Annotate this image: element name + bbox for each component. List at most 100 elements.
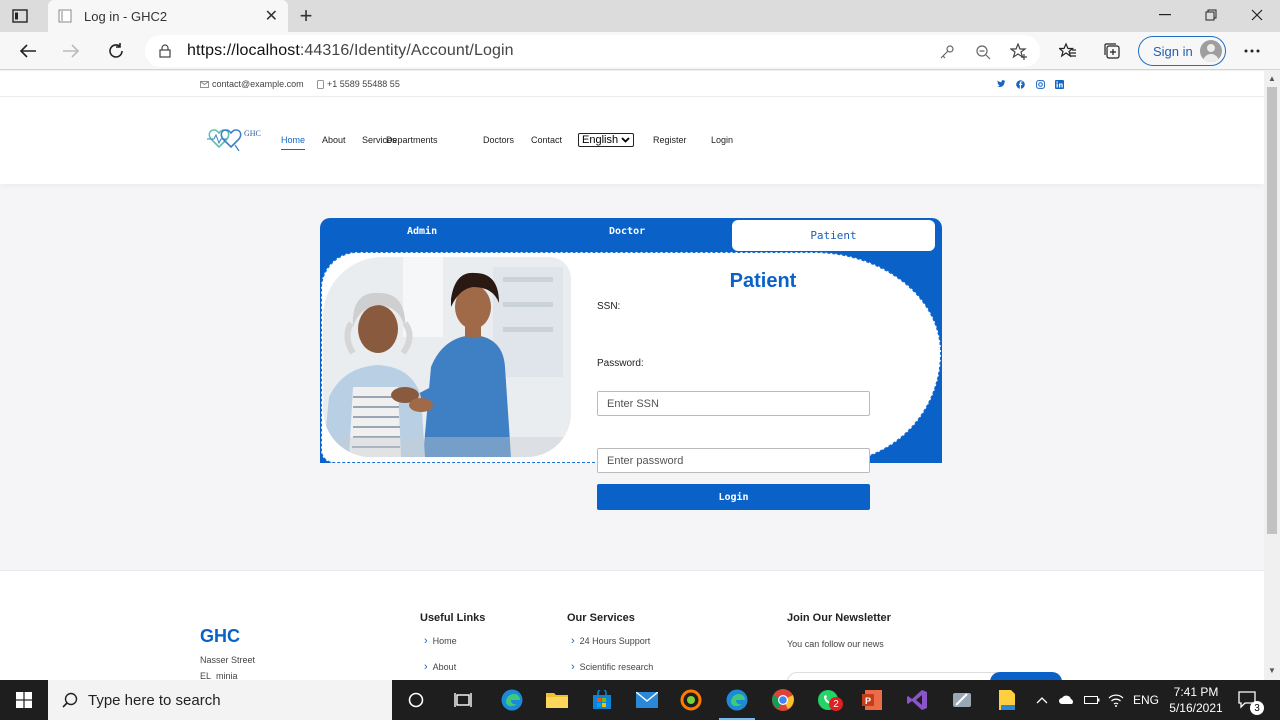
windows-start-icon[interactable] bbox=[0, 680, 48, 720]
password-input[interactable] bbox=[597, 448, 870, 473]
scrollbar-thumb[interactable] bbox=[1267, 87, 1277, 534]
taskbar-search-box[interactable]: Type here to search bbox=[48, 680, 392, 720]
windows-taskbar: Type here to search 2 P ENG 7:41 PM 5/16… bbox=[0, 680, 1280, 720]
new-tab-icon[interactable]: + bbox=[294, 4, 318, 28]
footer-link-about[interactable]: About bbox=[424, 661, 457, 673]
onedrive-icon[interactable] bbox=[1058, 680, 1076, 720]
tab-title: Log in - GHC2 bbox=[84, 8, 168, 24]
newsletter-title: Join Our Newsletter bbox=[787, 612, 891, 624]
page-favicon-icon bbox=[58, 9, 72, 23]
nav-home[interactable]: Home bbox=[281, 135, 306, 150]
system-clock[interactable]: 7:41 PM 5/16/2021 bbox=[1160, 684, 1232, 716]
nav-doctors[interactable]: Doctors bbox=[483, 135, 514, 145]
edge-icon[interactable] bbox=[490, 680, 534, 720]
visual-studio-icon[interactable] bbox=[895, 680, 939, 720]
sign-in-label: Sign in bbox=[1153, 43, 1193, 59]
favorites-icon[interactable] bbox=[1053, 36, 1083, 66]
language-select[interactable]: English bbox=[578, 133, 634, 147]
svg-text:P: P bbox=[865, 696, 871, 706]
page-scrollbar[interactable]: ▲ ▼ bbox=[1264, 71, 1280, 680]
notifications-icon[interactable]: 3 bbox=[1238, 680, 1264, 720]
minimize-icon[interactable] bbox=[1142, 0, 1188, 30]
mail-icon[interactable] bbox=[625, 680, 669, 720]
facebook-icon[interactable] bbox=[1015, 79, 1025, 89]
email-text: contact@example.com bbox=[212, 79, 304, 89]
key-icon[interactable] bbox=[938, 43, 956, 61]
nav-about[interactable]: About bbox=[322, 135, 346, 145]
refresh-icon[interactable] bbox=[101, 36, 131, 66]
tools-icon[interactable] bbox=[940, 680, 984, 720]
collections-icon[interactable] bbox=[1097, 36, 1127, 66]
ghc-logo-icon[interactable]: GHC bbox=[205, 127, 263, 153]
task-view-icon[interactable] bbox=[441, 680, 485, 720]
url-text[interactable]: https://localhost:44316/Identity/Account… bbox=[187, 42, 514, 60]
sign-in-button[interactable]: Sign in bbox=[1138, 36, 1226, 66]
phone-contact[interactable]: +1 5589 55488 55 bbox=[317, 79, 400, 89]
chrome-icon[interactable] bbox=[761, 680, 805, 720]
browser-tab[interactable]: Log in - GHC2 ✕ bbox=[48, 0, 288, 32]
footer-link-home[interactable]: Home bbox=[424, 635, 457, 647]
whatsapp-icon[interactable]: 2 bbox=[806, 680, 850, 720]
login-card: Admin Doctor Patient Patient SSN: Enter … bbox=[320, 218, 942, 510]
site-footer: GHC Nasser Street EL_minia Useful Links … bbox=[0, 570, 1264, 680]
login-submit-button[interactable]: Login bbox=[597, 484, 870, 510]
file-explorer-icon[interactable] bbox=[535, 680, 579, 720]
footer-address-line1: Nasser Street bbox=[200, 655, 256, 665]
language-value: English bbox=[582, 134, 619, 146]
lock-icon[interactable] bbox=[159, 44, 171, 58]
svg-text:GHC: GHC bbox=[244, 129, 261, 138]
close-window-icon[interactable] bbox=[1234, 0, 1280, 30]
more-options-icon[interactable] bbox=[1237, 36, 1267, 66]
our-services-title: Our Services bbox=[567, 612, 635, 624]
chevron-down-icon bbox=[621, 134, 630, 148]
store-icon[interactable] bbox=[580, 680, 624, 720]
forward-arrow-icon[interactable] bbox=[56, 36, 86, 66]
search-placeholder: Type here to search bbox=[88, 691, 221, 709]
footer-address-line2: EL_minia bbox=[200, 671, 238, 680]
footer-service-research[interactable]: Scientific research bbox=[571, 661, 654, 673]
zoom-icon[interactable] bbox=[974, 43, 992, 61]
colorful-app-icon[interactable] bbox=[669, 680, 713, 720]
phone-icon bbox=[317, 79, 324, 89]
input-language[interactable]: ENG bbox=[1133, 680, 1159, 720]
address-bar[interactable]: https://localhost:44316/Identity/Account… bbox=[145, 35, 1040, 67]
ssn-input[interactable] bbox=[597, 391, 870, 416]
tab-actions-icon[interactable] bbox=[10, 7, 30, 25]
login-form-title: Patient bbox=[729, 270, 797, 292]
email-contact[interactable]: contact@example.com bbox=[200, 79, 304, 89]
cortana-icon[interactable] bbox=[394, 680, 438, 720]
nav-departments[interactable]: Departments bbox=[386, 135, 438, 145]
login-link[interactable]: Login bbox=[711, 135, 733, 145]
edge-active-icon[interactable] bbox=[715, 680, 759, 720]
tab-doctor[interactable]: Doctor bbox=[609, 226, 645, 237]
add-favorite-icon[interactable] bbox=[1010, 43, 1028, 61]
close-tab-icon[interactable]: ✕ bbox=[265, 6, 278, 26]
wifi-icon[interactable] bbox=[1108, 680, 1124, 720]
password-label: Password: bbox=[597, 358, 644, 369]
notes-icon[interactable] bbox=[985, 680, 1029, 720]
clock-time: 7:41 PM bbox=[1173, 685, 1219, 699]
page-viewport: contact@example.com +1 5589 55488 55 GHC… bbox=[0, 71, 1264, 680]
instagram-icon[interactable] bbox=[1035, 79, 1045, 89]
powerpoint-icon[interactable]: P bbox=[850, 680, 894, 720]
browser-toolbar: https://localhost:44316/Identity/Account… bbox=[0, 32, 1280, 70]
useful-links-title: Useful Links bbox=[420, 612, 486, 624]
tab-patient[interactable]: Patient bbox=[732, 220, 935, 251]
browser-tab-strip: Log in - GHC2 ✕ + bbox=[0, 0, 1280, 32]
footer-service-support[interactable]: 24 Hours Support bbox=[571, 635, 651, 647]
linkedin-icon[interactable] bbox=[1054, 79, 1064, 89]
footer-brand: GHC bbox=[200, 626, 240, 646]
scroll-up-icon[interactable]: ▲ bbox=[1267, 74, 1277, 83]
show-hidden-icons-icon[interactable] bbox=[1036, 680, 1048, 720]
search-icon bbox=[62, 692, 78, 708]
register-link[interactable]: Register bbox=[653, 135, 687, 145]
tab-admin[interactable]: Admin bbox=[407, 226, 437, 237]
battery-icon[interactable] bbox=[1084, 680, 1100, 720]
ssn-label: SSN: bbox=[597, 301, 621, 312]
nav-contact[interactable]: Contact bbox=[531, 135, 562, 145]
scroll-down-icon[interactable]: ▼ bbox=[1267, 666, 1277, 675]
back-arrow-icon[interactable] bbox=[13, 36, 43, 66]
twitter-icon[interactable] bbox=[996, 79, 1006, 89]
restore-icon[interactable] bbox=[1188, 0, 1234, 30]
newsletter-subscribe-button[interactable] bbox=[990, 672, 1062, 680]
